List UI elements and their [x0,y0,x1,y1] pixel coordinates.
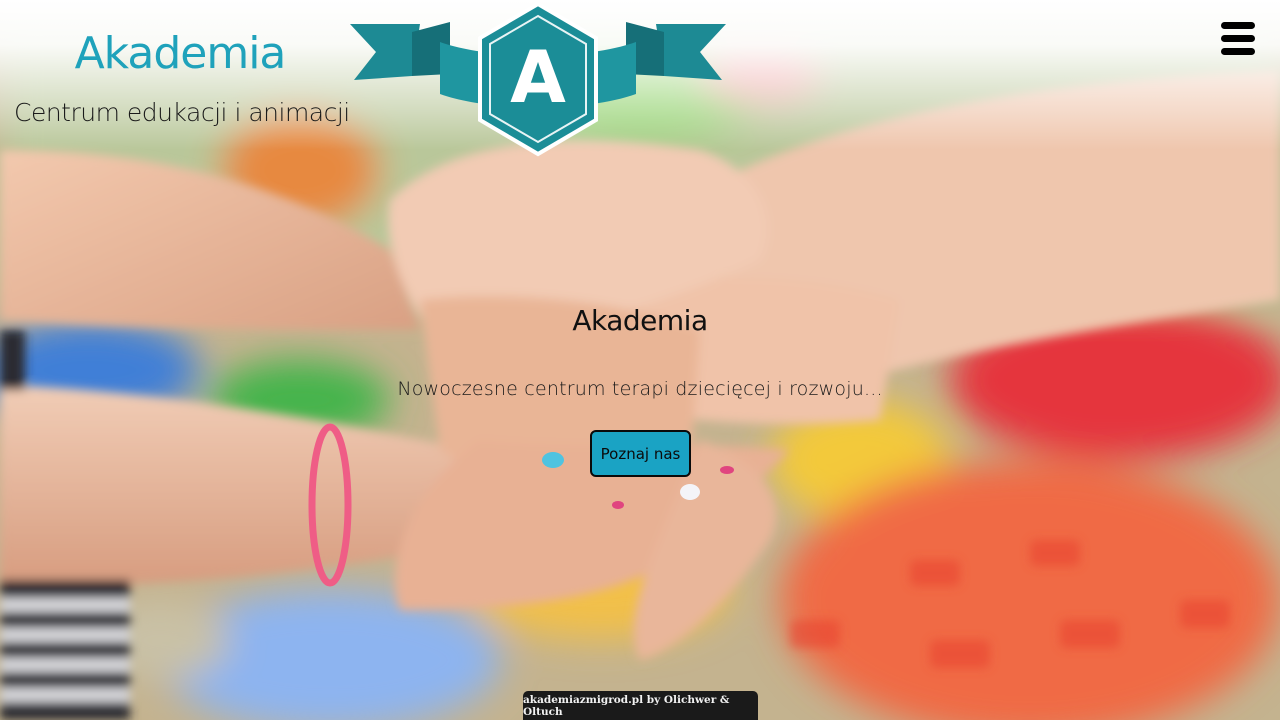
hamburger-menu-button[interactable] [1218,22,1258,62]
hero-title: Akademia [572,304,708,337]
brand-subtitle: Centrum edukacji i animacji [14,98,350,127]
logo[interactable]: A [350,1,726,158]
poznaj-nas-button[interactable]: Poznaj nas [590,430,691,477]
menu-bar-icon [1221,48,1255,55]
menu-bar-icon [1221,22,1255,29]
menu-bar-icon [1221,35,1255,42]
brand-title[interactable]: Akademia [60,28,300,79]
footer-credit[interactable]: akademiazmigrod.pl by Olichwer & Oltuch [523,691,758,720]
page: Akademia Centrum edukacji i animacji A A… [0,0,1280,720]
ribbon-hexagon-logo-icon: A [350,1,726,157]
logo-letter: A [510,35,566,119]
hero-tagline: Nowoczesne centrum terapi dziecięcej i r… [397,378,883,400]
